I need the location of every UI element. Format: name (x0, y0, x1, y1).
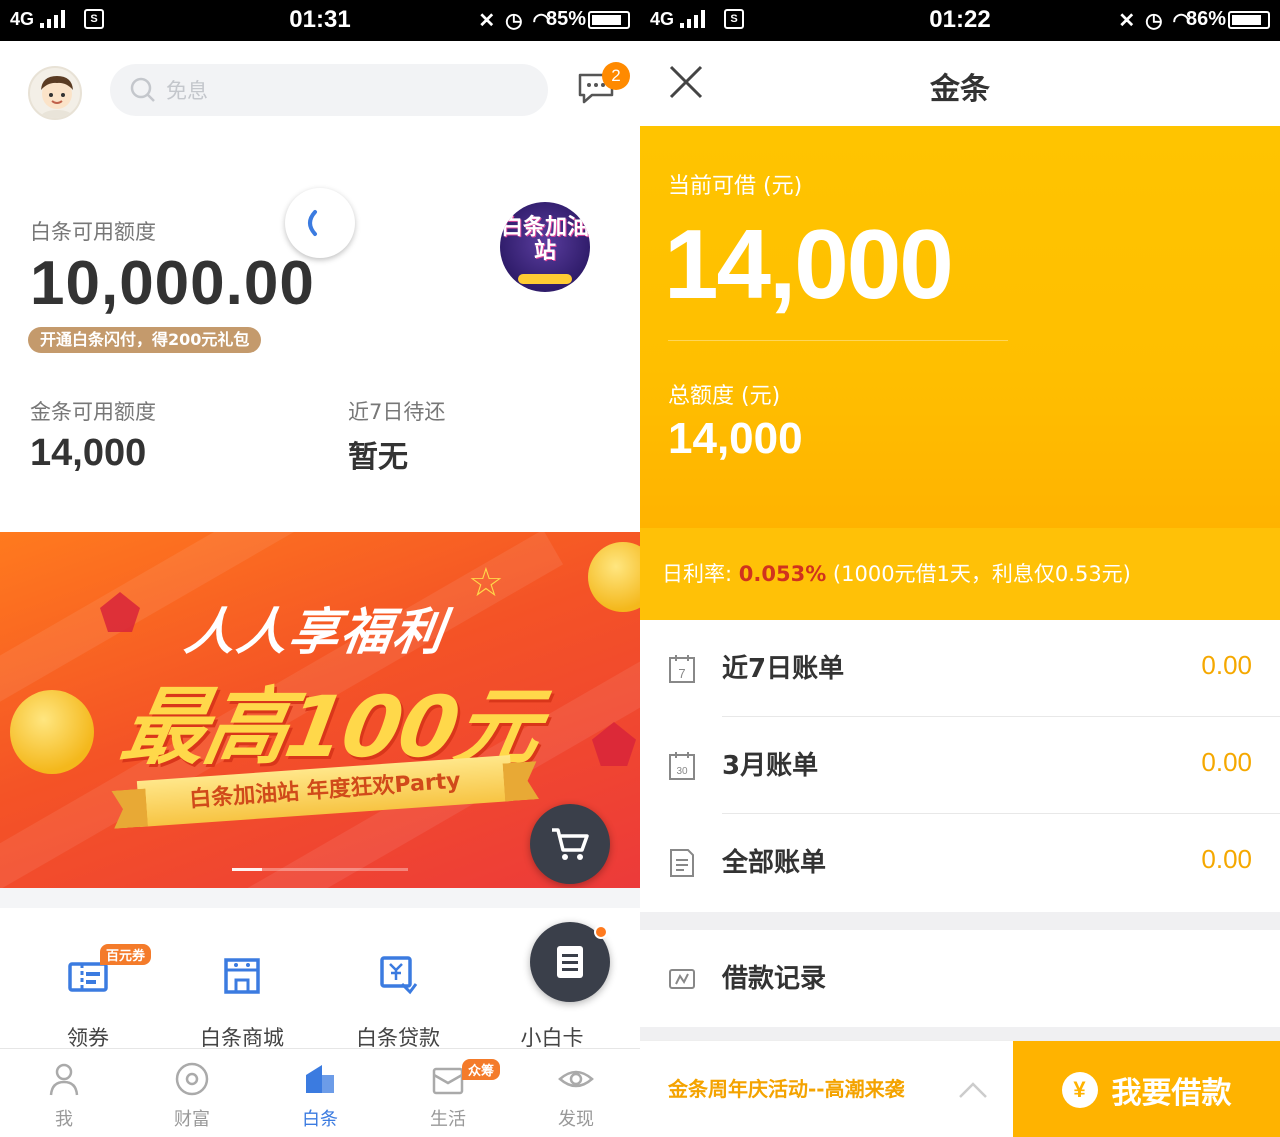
station-label: 白条加油站 (500, 215, 589, 264)
tab-wealth[interactable]: 财富 (128, 1049, 256, 1137)
tab-baitiao[interactable]: 白条 (256, 1049, 384, 1137)
bill-row-7day[interactable]: 7 近7日账单 0.00 (640, 620, 1280, 717)
coupon-badge: 百元券 (100, 944, 152, 965)
record-icon (669, 969, 695, 989)
banner-headline: 人人享福利 (181, 603, 450, 661)
document-icon (557, 946, 583, 978)
borrow-button[interactable]: ¥ 我要借款 (1013, 1041, 1280, 1137)
grid-item-coupon[interactable]: 百元券 领券 (8, 908, 168, 1050)
flashpay-promo[interactable]: 开通白条闪付，得200元礼包 (28, 327, 262, 353)
yen-icon: ¥ (1061, 1071, 1098, 1108)
baitiao-icon (306, 1065, 334, 1093)
station-ring (518, 274, 572, 284)
cart-icon (552, 828, 589, 860)
section-divider (0, 888, 640, 908)
coin-decoration (588, 542, 640, 612)
tab-label: 我 (55, 1109, 73, 1130)
coin-decoration (10, 690, 94, 774)
due-value[interactable]: 暂无 (348, 432, 408, 476)
life-badge: 众筹 (462, 1059, 501, 1080)
status-icons: ✕ ◷ ◠ (1118, 8, 1190, 33)
anniversary-promo[interactable]: 金条周年庆活动--高潮来袭 (668, 1073, 905, 1102)
battery-icon (588, 11, 630, 29)
star-decoration: ☆ (468, 560, 504, 606)
svg-text:30: 30 (676, 766, 688, 777)
search-placeholder: 免息 (166, 79, 208, 103)
jintiao-screen: 4G S 01:22 ✕ ◷ ◠ 86% 金条 当前可借 (元) 14,000 … (640, 0, 1280, 1137)
jintiao-label: 金条可用额度 (30, 400, 156, 424)
rate-label: 日利率: (662, 562, 733, 586)
document-icon (670, 849, 694, 877)
baitiao-home-screen: 4G S 01:31 ✕ ◷ ◠ 85% 免息 2 白条可用额度 10,000.… (0, 0, 640, 1137)
chevron-up-icon[interactable] (958, 1077, 988, 1101)
bill-label: 近7日账单 (722, 654, 845, 684)
borrow-label: 我要借款 (1111, 1075, 1232, 1111)
bill-row-all[interactable]: 全部账单 0.00 (640, 814, 1280, 911)
battery-icon (1228, 11, 1270, 29)
message-badge: 2 (602, 62, 630, 90)
person-icon (49, 1063, 79, 1096)
tab-discover[interactable]: 发现 (512, 1049, 640, 1137)
page-title: 金条 (930, 72, 990, 107)
mute-icon: ✕ (1118, 10, 1136, 32)
life-icon (432, 1067, 464, 1095)
tab-me[interactable]: 我 (0, 1049, 128, 1137)
section-gap (640, 912, 1280, 930)
alarm-icon: ◷ (1145, 10, 1163, 32)
divider (668, 340, 1008, 341)
rate-value: 0.053% (738, 562, 827, 586)
bottom-tab-bar: 我 财富 白条 众筹 生活 发现 (0, 1048, 640, 1137)
interest-rate-bar: 日利率: 0.053% (1000元借1天，利息仅0.53元) (640, 528, 1280, 620)
calendar-7-icon: 7 (669, 655, 695, 683)
status-bar: 4G S 01:22 ✕ ◷ ◠ 86% (640, 0, 1280, 41)
loan-icon (380, 956, 418, 995)
loan-record-row[interactable]: 借款记录 (640, 930, 1280, 1027)
jintiao-value[interactable]: 14,000 (30, 432, 146, 475)
grid-item-shop[interactable]: 白条商城 (162, 908, 322, 1050)
svg-text:7: 7 (678, 666, 685, 681)
battery-percent: 86% (1185, 8, 1226, 30)
baitiao-label: 白条可用额度 (30, 220, 156, 244)
available-label: 当前可借 (元) (668, 174, 803, 199)
carousel-indicator (232, 868, 408, 871)
tab-life[interactable]: 众筹 生活 (384, 1049, 512, 1137)
search-input[interactable]: 免息 (110, 64, 548, 116)
bill-amount: 0.00 (1201, 650, 1252, 680)
battery-percent: 85% (545, 8, 586, 30)
footer-bar: 金条周年庆活动--高潮来袭 ¥ 我要借款 (640, 1040, 1280, 1137)
calendar-30-icon: 30 (669, 752, 695, 780)
loading-spinner (285, 188, 355, 258)
bill-amount: 0.00 (1201, 747, 1252, 777)
bill-row-month[interactable]: 30 3月账单 0.00 (640, 717, 1280, 814)
tab-label: 发现 (558, 1109, 594, 1130)
due-label: 近7日待还 (348, 400, 446, 424)
credit-panel: 当前可借 (元) 14,000 总额度 (元) 14,000 (640, 126, 1280, 528)
baitiao-station-badge[interactable]: 白条加油站 (500, 202, 590, 292)
cart-button[interactable] (530, 804, 610, 884)
bill-amount: 0.00 (1201, 844, 1252, 874)
bill-label: 3月账单 (722, 751, 819, 781)
search-icon (130, 77, 155, 102)
total-label: 总额度 (元) (668, 384, 781, 409)
tab-label: 白条 (302, 1109, 338, 1130)
notification-dot (594, 925, 608, 939)
baitiao-amount: 10,000.00 (30, 249, 315, 318)
total-amount: 14,000 (668, 414, 803, 463)
rate-note: (1000元借1天，利息仅0.53元) (832, 562, 1131, 586)
eye-icon (558, 1070, 594, 1088)
wealth-icon (175, 1062, 209, 1096)
tab-label: 生活 (430, 1109, 466, 1130)
record-label: 借款记录 (722, 964, 827, 994)
shop-icon (224, 958, 260, 994)
bill-label: 全部账单 (722, 848, 827, 878)
status-bar: 4G S 01:31 ✕ ◷ ◠ 85% (0, 0, 640, 41)
available-amount: 14,000 (664, 209, 954, 319)
grid-item-loan[interactable]: 白条贷款 (318, 908, 478, 1050)
status-icons: ✕ ◷ ◠ (478, 8, 550, 33)
tab-label: 财富 (174, 1109, 210, 1130)
avatar[interactable] (28, 66, 82, 120)
alarm-icon: ◷ (505, 10, 523, 32)
mute-icon: ✕ (478, 10, 496, 32)
section-gap (640, 1027, 1280, 1040)
